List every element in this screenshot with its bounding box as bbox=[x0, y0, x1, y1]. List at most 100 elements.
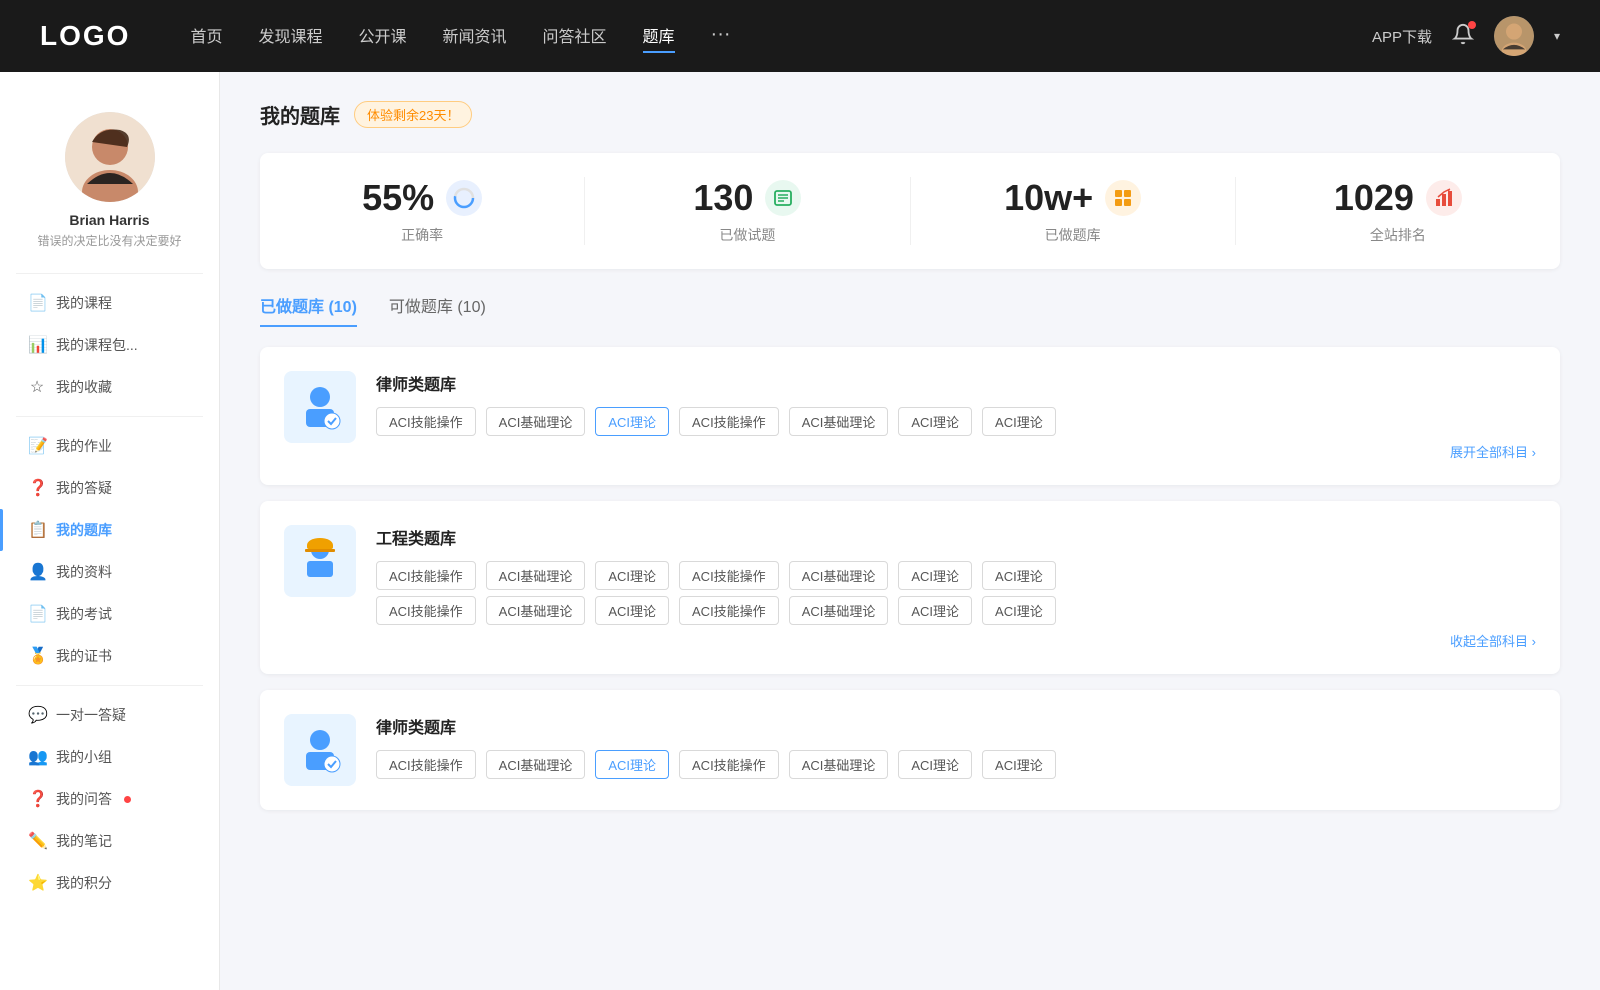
bank-icon: 📋 bbox=[28, 520, 46, 540]
done-banks-icon bbox=[1105, 180, 1141, 216]
tab-done-banks[interactable]: 已做题库 (10) bbox=[260, 293, 357, 327]
qb-tag[interactable]: ACI理论 bbox=[898, 407, 972, 436]
sidebar-item-group[interactable]: 👥 我的小组 bbox=[0, 736, 219, 778]
qb-tag[interactable]: ACI基础理论 bbox=[486, 407, 586, 436]
sidebar-item-label: 我的答疑 bbox=[56, 478, 112, 498]
sidebar-item-notes[interactable]: ✏️ 我的笔记 bbox=[0, 820, 219, 862]
trial-badge: 体验剩余23天！ bbox=[354, 101, 472, 128]
nav-more[interactable]: ··· bbox=[711, 19, 731, 53]
profile-motto: 错误的决定比没有决定要好 bbox=[37, 232, 181, 249]
expand-lawyer-1[interactable]: 展开全部科目 › bbox=[376, 442, 1536, 461]
sidebar-item-one-on-one[interactable]: 💬 一对一答疑 bbox=[0, 694, 219, 736]
sidebar-item-my-qa[interactable]: ❓ 我的问答 bbox=[0, 778, 219, 820]
qb-tag[interactable]: ACI技能操作 bbox=[679, 407, 779, 436]
sidebar-item-label: 我的课程包... bbox=[56, 335, 138, 355]
sidebar-item-homework[interactable]: 📝 我的作业 bbox=[0, 425, 219, 467]
qb-tag[interactable]: ACI技能操作 bbox=[376, 407, 476, 436]
nav-home[interactable]: 首页 bbox=[190, 19, 222, 53]
stat-rank-top: 1029 bbox=[1334, 177, 1462, 219]
question-bank-tabs: 已做题库 (10) 可做题库 (10) bbox=[260, 293, 1560, 327]
qb-tag[interactable]: ACI技能操作 bbox=[376, 750, 476, 779]
sidebar-item-favorites[interactable]: ☆ 我的收藏 bbox=[0, 366, 219, 408]
nav-qa[interactable]: 问答社区 bbox=[543, 19, 607, 53]
course-pkg-icon: 📊 bbox=[28, 335, 46, 355]
qb-tag[interactable]: ACI基础理论 bbox=[486, 561, 586, 590]
qb-tag[interactable]: ACI理论 bbox=[898, 750, 972, 779]
profile-icon: 👤 bbox=[28, 562, 46, 582]
qb-tag[interactable]: ACI理论 bbox=[898, 561, 972, 590]
sidebar-item-question-bank[interactable]: 📋 我的题库 bbox=[0, 509, 219, 551]
sidebar-item-label: 我的小组 bbox=[56, 747, 112, 767]
stat-accuracy: 55% 正确率 bbox=[260, 177, 585, 245]
qb-title-lawyer-2: 律师类题库 bbox=[376, 714, 1536, 738]
sidebar-item-label: 我的考试 bbox=[56, 604, 112, 624]
qb-tag[interactable]: ACI基础理论 bbox=[486, 750, 586, 779]
star-icon: ☆ bbox=[28, 377, 46, 397]
qb-tag[interactable]: ACI基础理论 bbox=[789, 407, 889, 436]
stat-done-top: 130 bbox=[693, 177, 801, 219]
qb-tag[interactable]: ACI技能操作 bbox=[679, 561, 779, 590]
sidebar-item-label: 我的题库 bbox=[56, 520, 112, 540]
tab-available-banks[interactable]: 可做题库 (10) bbox=[389, 293, 486, 327]
stat-accuracy-label: 正确率 bbox=[401, 225, 443, 245]
accuracy-icon bbox=[446, 180, 482, 216]
qb-tag[interactable]: ACI技能操作 bbox=[376, 596, 476, 625]
stat-banks-value: 10w+ bbox=[1004, 177, 1093, 219]
qb-tag[interactable]: ACI理论 bbox=[982, 407, 1056, 436]
homework-icon: 📝 bbox=[28, 436, 46, 456]
notification-bell[interactable] bbox=[1452, 23, 1474, 50]
profile-section: Brian Harris 错误的决定比没有决定要好 bbox=[0, 92, 219, 265]
collapse-engineer[interactable]: 收起全部科目 › bbox=[376, 631, 1536, 650]
stat-banks-label: 已做题库 bbox=[1045, 225, 1101, 245]
qb-tag[interactable]: ACI技能操作 bbox=[679, 750, 779, 779]
chat-icon: 💬 bbox=[28, 705, 46, 725]
lawyer-icon-1 bbox=[284, 371, 356, 443]
qb-tag[interactable]: ACI理论 bbox=[982, 750, 1056, 779]
sidebar-item-label: 一对一答疑 bbox=[56, 705, 126, 725]
qb-tag[interactable]: ACI基础理论 bbox=[789, 561, 889, 590]
nav-question-bank[interactable]: 题库 bbox=[643, 19, 675, 53]
stat-rank: 1029 全站排名 bbox=[1236, 177, 1560, 245]
sidebar-item-label: 我的作业 bbox=[56, 436, 112, 456]
qb-tag[interactable]: ACI理论 bbox=[898, 596, 972, 625]
qb-tag[interactable]: ACI基础理论 bbox=[789, 750, 889, 779]
app-download-button[interactable]: APP下载 bbox=[1372, 26, 1432, 47]
nav-news[interactable]: 新闻资讯 bbox=[443, 19, 507, 53]
qb-tag[interactable]: ACI理论 bbox=[982, 596, 1056, 625]
navbar: LOGO 首页 发现课程 公开课 新闻资讯 问答社区 题库 ··· APP下载 … bbox=[0, 0, 1600, 72]
avatar[interactable] bbox=[1494, 16, 1534, 56]
points-icon: ⭐ bbox=[28, 873, 46, 893]
sidebar-item-certificate[interactable]: 🏅 我的证书 bbox=[0, 635, 219, 677]
sidebar-item-questions[interactable]: ❓ 我的答疑 bbox=[0, 467, 219, 509]
qb-card-lawyer-1: 律师类题库 ACI技能操作 ACI基础理论 ACI理论 ACI技能操作 ACI基… bbox=[260, 347, 1560, 485]
qb-tag[interactable]: ACI理论 bbox=[595, 596, 669, 625]
nav-open-course[interactable]: 公开课 bbox=[358, 19, 406, 53]
nav-discover[interactable]: 发现课程 bbox=[258, 19, 322, 53]
stat-rank-label: 全站排名 bbox=[1370, 225, 1426, 245]
sidebar-item-my-course[interactable]: 📄 我的课程 bbox=[0, 282, 219, 324]
qb-tag[interactable]: ACI基础理论 bbox=[789, 596, 889, 625]
exam-icon: 📄 bbox=[28, 604, 46, 624]
logo: LOGO bbox=[40, 20, 130, 52]
lawyer-icon-2 bbox=[284, 714, 356, 786]
qb-tag-active[interactable]: ACI理论 bbox=[595, 750, 669, 779]
sidebar-item-exam[interactable]: 📄 我的考试 bbox=[0, 593, 219, 635]
user-dropdown-arrow[interactable]: ▾ bbox=[1554, 29, 1560, 43]
sidebar-item-label: 我的资料 bbox=[56, 562, 112, 582]
stat-done-banks: 10w+ 已做题库 bbox=[911, 177, 1236, 245]
sidebar-item-course-package[interactable]: 📊 我的课程包... bbox=[0, 324, 219, 366]
stats-row: 55% 正确率 130 bbox=[260, 153, 1560, 269]
qb-tag[interactable]: ACI理论 bbox=[982, 561, 1056, 590]
question-icon: ❓ bbox=[28, 478, 46, 498]
qb-tag-active[interactable]: ACI理论 bbox=[595, 407, 669, 436]
qb-title-lawyer-1: 律师类题库 bbox=[376, 371, 1536, 395]
sidebar-item-points[interactable]: ⭐ 我的积分 bbox=[0, 862, 219, 904]
qb-tag[interactable]: ACI技能操作 bbox=[376, 561, 476, 590]
sidebar-item-profile[interactable]: 👤 我的资料 bbox=[0, 551, 219, 593]
qb-tag[interactable]: ACI技能操作 bbox=[679, 596, 779, 625]
qb-tag[interactable]: ACI理论 bbox=[595, 561, 669, 590]
sidebar-item-label: 我的笔记 bbox=[56, 831, 112, 851]
qb-tag[interactable]: ACI基础理论 bbox=[486, 596, 586, 625]
notification-dot bbox=[1468, 21, 1476, 29]
group-icon: 👥 bbox=[28, 747, 46, 767]
